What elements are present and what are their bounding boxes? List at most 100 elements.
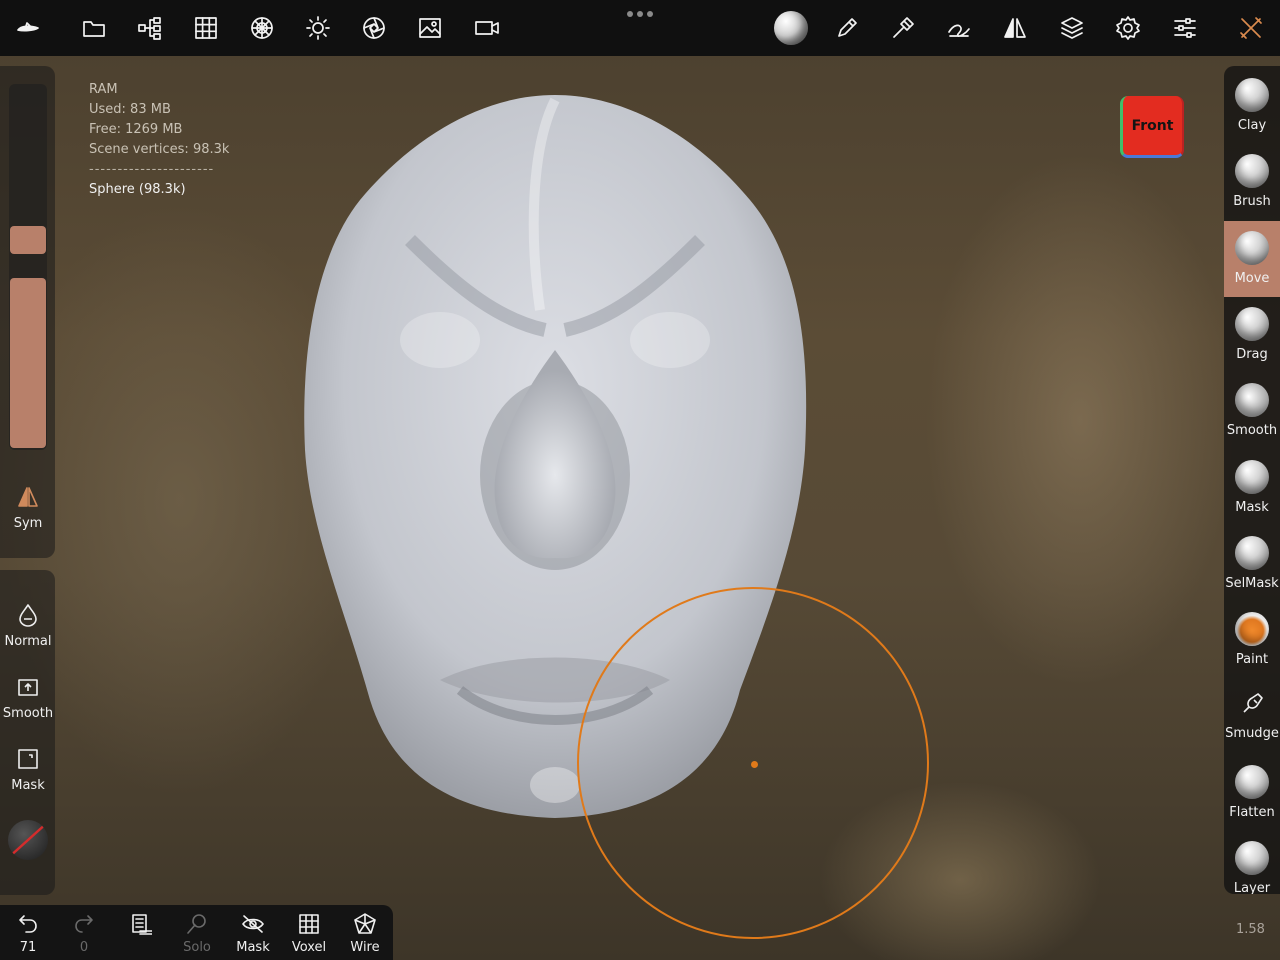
sliders-icon[interactable]: [1167, 10, 1203, 46]
layer-brush-icon: [1235, 841, 1269, 875]
eye-slash-icon: [242, 915, 264, 933]
material-sphere-icon[interactable]: [773, 10, 809, 46]
view-cube[interactable]: Front: [1120, 96, 1184, 158]
brush-brush-icon: [1235, 154, 1269, 189]
wire-button[interactable]: Wire: [337, 912, 393, 955]
solo-button[interactable]: Solo: [169, 912, 225, 955]
undo-icon: [19, 915, 37, 933]
symmetry-icon[interactable]: [997, 10, 1033, 46]
brush-label: Paint: [1235, 652, 1269, 668]
scene-object-entry[interactable]: Sphere (98.3k): [89, 180, 229, 200]
brush-clay[interactable]: Clay: [1224, 68, 1280, 144]
mask-visibility-label: Mask: [236, 940, 270, 955]
brush-label: Drag: [1236, 346, 1268, 362]
redo-count: 0: [79, 940, 89, 955]
mask-visibility-button[interactable]: Mask: [225, 912, 281, 955]
brush-smudge[interactable]: Smudge: [1224, 678, 1280, 754]
brush-label: Brush: [1233, 194, 1271, 210]
brush-center-dot: [751, 761, 758, 768]
symmetry-icon: [15, 484, 41, 510]
brush-panel: Clay Brush Move Drag Smooth Mask SelMask Paint S…: [1224, 66, 1280, 894]
smooth-mode-button[interactable]: Smooth: [0, 674, 56, 721]
brush-label: Flatten: [1229, 804, 1275, 820]
layers-icon[interactable]: [1054, 10, 1090, 46]
move-brush-icon: [1235, 230, 1269, 265]
normal-label: Normal: [4, 634, 52, 649]
brush-flatten[interactable]: Flatten: [1224, 755, 1280, 831]
solo-label: Solo: [183, 940, 211, 955]
voxel-button[interactable]: Voxel: [281, 912, 337, 955]
undo-count: 71: [19, 940, 37, 955]
normal-mode-button[interactable]: Normal: [0, 602, 56, 649]
logo-icon[interactable]: [10, 10, 46, 46]
window-handle-dots[interactable]: [624, 11, 656, 19]
smooth-label: Smooth: [2, 706, 54, 721]
brush-move[interactable]: Move: [1224, 220, 1280, 297]
ram-free: Free: 1269 MB: [89, 122, 183, 137]
drag-brush-icon: [1235, 306, 1269, 341]
smooth-brush-icon: [1235, 383, 1269, 418]
light-icon[interactable]: [300, 10, 336, 46]
sym-toggle[interactable]: Sym: [0, 484, 56, 531]
brush-label: SelMask: [1225, 575, 1279, 591]
mask-box-icon: [15, 746, 41, 772]
drop-icon: [15, 602, 41, 628]
topology-icon[interactable]: [244, 10, 280, 46]
brush-smooth[interactable]: Smooth: [1224, 373, 1280, 449]
video-icon[interactable]: [469, 10, 505, 46]
brush-paint[interactable]: Paint: [1224, 602, 1280, 678]
mask-mode-button[interactable]: Mask: [0, 746, 56, 793]
brush-drag[interactable]: Drag: [1224, 297, 1280, 373]
brush-label: Smudge: [1225, 726, 1279, 742]
brush-label: Mask: [1235, 499, 1269, 515]
radius-slider[interactable]: [10, 226, 46, 254]
folder-icon[interactable]: [76, 10, 112, 46]
undo-button[interactable]: 71: [0, 912, 56, 955]
intensity-slider[interactable]: [10, 278, 46, 448]
brush-mask[interactable]: Mask: [1224, 450, 1280, 526]
brush-brush[interactable]: Brush: [1224, 144, 1280, 220]
voxel-grid-icon: [299, 914, 319, 934]
stats-separator: ----------------------: [89, 162, 215, 177]
brush-label: Layer: [1233, 881, 1271, 894]
tool-hammer-icon[interactable]: [885, 10, 921, 46]
brush-label: Clay: [1237, 118, 1267, 133]
ram-label: RAM: [89, 82, 118, 97]
top-toolbar: [0, 0, 1280, 56]
no-color-slash-icon: [8, 821, 48, 859]
bottom-toolbar: 71 0 Solo Mask Voxel Wire: [0, 905, 393, 960]
paint-brush-icon: [1235, 612, 1269, 647]
arrow-up-box-icon: [15, 674, 41, 700]
grid-icon[interactable]: [188, 10, 224, 46]
settings-gear-icon[interactable]: [1110, 10, 1146, 46]
wireframe-icon: [354, 913, 376, 934]
color-swatch[interactable]: [8, 820, 48, 860]
clay-brush-icon: [1235, 78, 1269, 112]
tools-wrench-icon[interactable]: [1233, 10, 1269, 46]
brush-label: Smooth: [1226, 423, 1278, 439]
mask-brush-icon: [1235, 459, 1269, 494]
left-tool-panel: Sym: [0, 66, 55, 558]
voxel-label: Voxel: [291, 940, 327, 955]
background-image-icon[interactable]: [412, 10, 448, 46]
brush-pencil-icon[interactable]: [829, 10, 865, 46]
mask-label: Mask: [11, 778, 45, 793]
scene-vertices: Scene vertices: 98.3k: [89, 142, 230, 157]
scene-list-button[interactable]: [112, 912, 168, 940]
brush-label: Move: [1234, 270, 1270, 286]
smudge-finger-icon: [1243, 693, 1263, 713]
ram-used: Used: 83 MB: [89, 102, 171, 117]
brush-selmask[interactable]: SelMask: [1224, 526, 1280, 602]
scene-stats: RAM Used: 83 MB Free: 1269 MB Scene vert…: [89, 80, 229, 200]
magnifier-icon: [187, 914, 206, 934]
brush-layer[interactable]: Layer: [1224, 831, 1280, 894]
redo-icon: [75, 915, 93, 933]
flatten-brush-icon: [1235, 764, 1269, 799]
stroke-icon[interactable]: [941, 10, 977, 46]
selmask-brush-icon: [1235, 535, 1269, 570]
sym-label: Sym: [13, 516, 43, 531]
redo-button[interactable]: 0: [56, 912, 112, 955]
camera-aperture-icon[interactable]: [356, 10, 392, 46]
wire-label: Wire: [350, 940, 380, 955]
scene-tree-icon[interactable]: [132, 10, 168, 46]
